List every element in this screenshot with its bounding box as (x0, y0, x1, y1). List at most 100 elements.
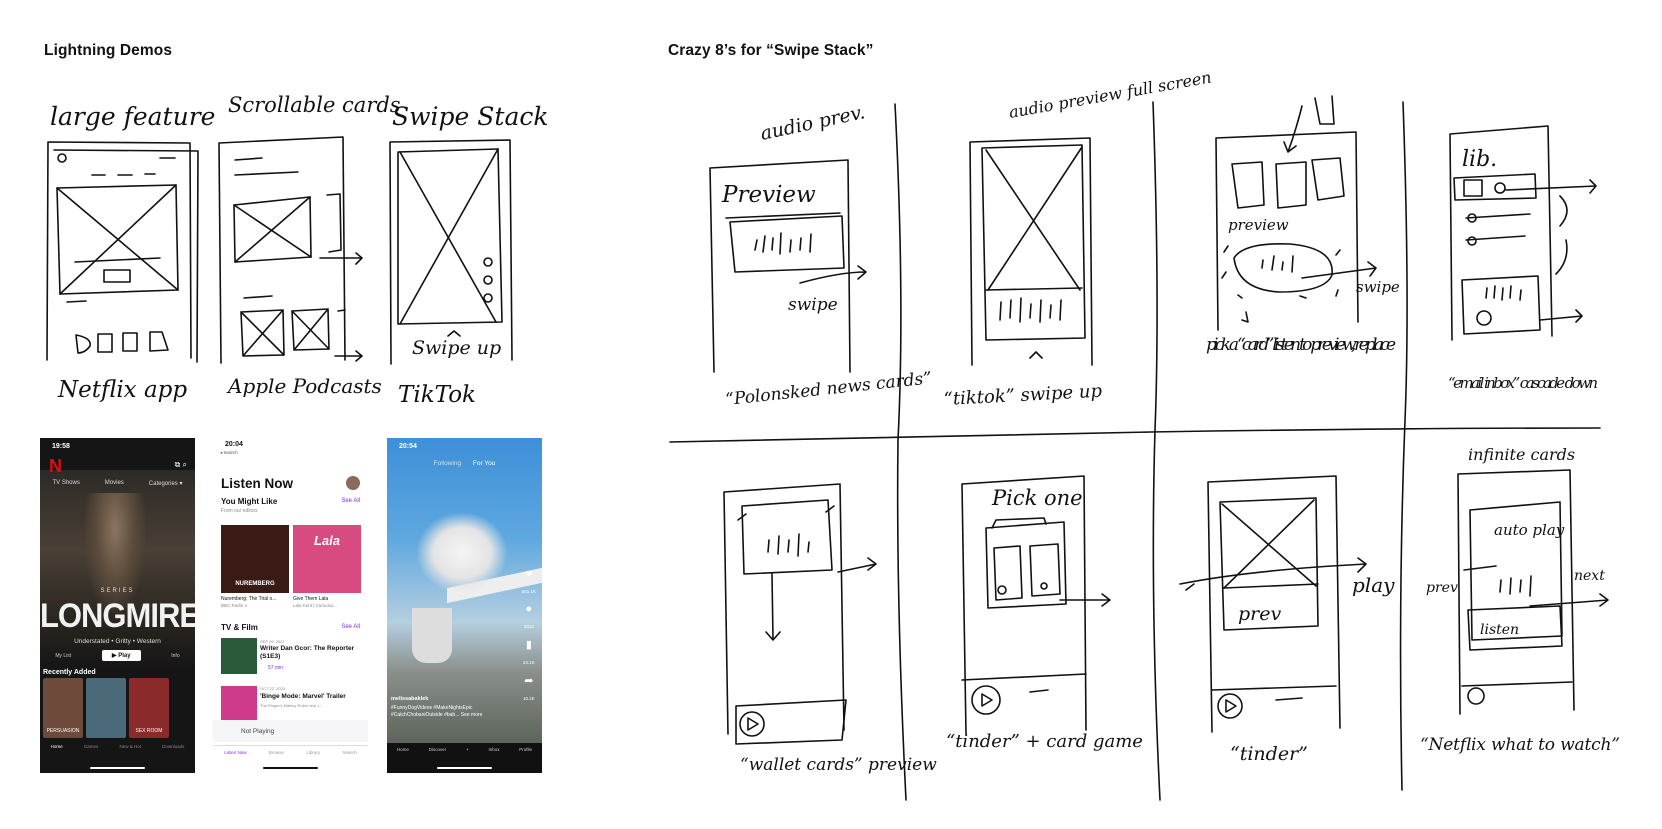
netflix-screenshot: 19:58 N ⧉ ⌕ TV Shows Movies Categories ▾… (40, 438, 195, 773)
home-indicator (437, 767, 492, 769)
podcasts-screenshot: 20:04 ◂ Search Listen Now You Might Like… (213, 438, 368, 773)
tab-home[interactable]: Home (397, 747, 409, 773)
frame-8-inner: auto play (1494, 521, 1565, 539)
tiktok-screenshot: 20:54 Following For You ♥ 601.1K ● 3310 … (387, 438, 542, 773)
back-link[interactable]: ◂ Search (220, 450, 238, 456)
series-label: SERIES (100, 588, 135, 594)
frame-1-caption: “Polonsked news cards” (724, 368, 932, 410)
frame-8-caption: “Netflix what to watch” (1420, 735, 1620, 755)
demo-sketch-tiktok (389, 139, 513, 365)
share-icon[interactable]: ➦ (524, 674, 533, 687)
episode-2-art[interactable] (221, 686, 257, 722)
demo-title-netflix: large feature (50, 102, 215, 131)
podcast-card-2[interactable]: Lala (293, 525, 361, 593)
frame-1-side: swipe (788, 295, 838, 315)
status-time: 20:04 (225, 441, 243, 448)
tab-search[interactable]: Search (343, 750, 357, 773)
frame-8 (1457, 469, 1609, 715)
card-1-title: Nuremberg: The Trial o... (221, 596, 277, 602)
now-playing-label: Not Playing (241, 727, 275, 735)
demo-sketch-netflix (46, 141, 199, 363)
my-list-button[interactable]: My List (55, 653, 71, 659)
tab-following[interactable]: Following (434, 460, 461, 467)
tab-home[interactable]: Home (51, 744, 63, 773)
likes-count: 601.1K (521, 589, 536, 594)
frame-1-inner: Preview (721, 182, 816, 208)
frame-3-inner: preview (1228, 216, 1289, 234)
category-categories[interactable]: Categories ▾ (149, 480, 183, 487)
feed-tabs: Following For You (387, 460, 542, 467)
category-tabs: TV Shows Movies Categories ▾ (40, 480, 195, 487)
tab-for-you[interactable]: For You (473, 460, 495, 467)
demo-note-tiktok: Swipe up (412, 337, 501, 359)
tab-profile[interactable]: Profile (519, 747, 532, 773)
frame-7-caption: “tinder” (1230, 743, 1308, 765)
avatar[interactable] (346, 476, 360, 490)
bucket-image (412, 608, 452, 663)
frame-4-inner: lib. (1462, 147, 1497, 172)
info-button[interactable]: Info (171, 653, 179, 659)
episode-2-title[interactable]: 'Binge Mode: Marvel' Trailer (260, 693, 360, 701)
frame-7-side: play (1352, 573, 1395, 597)
comments-count: 3310 (523, 624, 534, 629)
tab-browse[interactable]: Browse (269, 750, 284, 773)
episode-1-art[interactable] (221, 638, 257, 674)
frame-8-top: infinite cards (1468, 445, 1575, 464)
comment-icon[interactable]: ● (526, 603, 533, 615)
frame-5-caption: “wallet cards” preview (740, 755, 937, 775)
episode-1-date: SEP 29, 2021 (260, 639, 285, 644)
frame-2-caption: “tiktok” swipe up (943, 381, 1103, 410)
bookmark-icon[interactable]: ▮ (526, 638, 532, 651)
action-rail: ♥ 601.1K ● 3310 ▮ 24.1K ➦ 10.2K (522, 568, 536, 701)
demo-caption-podcasts: Apple Podcasts (226, 374, 382, 398)
frame-3-caption: pick a “card” listen to preview, replace (1206, 335, 1396, 355)
section-title-tv-film: TV & Film (221, 623, 258, 632)
frame-2-top: audio preview full screen (1007, 68, 1212, 122)
thumb-2[interactable] (86, 678, 126, 738)
category-tv-shows[interactable]: TV Shows (52, 480, 79, 487)
frame-6 (961, 475, 1111, 735)
tab-create[interactable]: + (466, 747, 469, 773)
tab-discover[interactable]: Discover (429, 747, 447, 773)
category-movies[interactable]: Movies (105, 480, 124, 487)
thumb-3[interactable]: SEX ROOM (129, 678, 169, 738)
home-indicator (90, 767, 145, 769)
status-time: 19:58 (52, 443, 70, 450)
frame-8-inner2: listen (1480, 622, 1519, 638)
tab-listen-now[interactable]: Listen Now (224, 750, 246, 773)
card-1-subtitle: BBC Radio 4 (221, 603, 248, 608)
demo-sketch-podcasts (218, 136, 363, 364)
hero-figure (85, 493, 145, 613)
thumb-1[interactable]: PERSUASION (43, 678, 83, 738)
dog-image (417, 513, 507, 593)
card-2-subtitle: Lala Kent | Cumulus... (293, 603, 338, 608)
card-2-title: Give Them Lala (293, 596, 329, 602)
tab-inbox[interactable]: Inbox (488, 747, 499, 773)
frame-7-inner: prev (1238, 603, 1281, 625)
demo-title-podcasts: Scrollable cards (228, 93, 401, 117)
frame-6-caption: “tinder” + card game (946, 731, 1143, 752)
shares-count: 10.2K (522, 696, 535, 701)
episode-2-subtitle: The Ringer's Mallory Rubin and J... (260, 703, 323, 708)
frame-1-top: audio prev. (758, 101, 867, 145)
heart-icon[interactable]: ♥ (526, 568, 533, 580)
netflix-logo: N (49, 456, 62, 476)
saves-count: 24.1K (522, 660, 535, 665)
tab-library[interactable]: Library (306, 750, 320, 773)
play-button[interactable]: ▶ Play (101, 650, 141, 661)
frame-8-right: next (1574, 568, 1605, 584)
demo-caption-tiktok: TikTok (398, 382, 476, 408)
tab-downloads[interactable]: Downloads (162, 744, 184, 773)
episode-1-title[interactable]: Writer Dan Gcor: The Reporter (S1E3) (260, 645, 360, 661)
frame-2 (969, 137, 1093, 366)
show-tags: Understated • Gritty • Western (74, 638, 161, 645)
frame-3 (1215, 95, 1377, 331)
frame-6-top: Pick one (991, 486, 1083, 510)
see-all-link-1[interactable]: See All (341, 498, 360, 504)
username[interactable]: melissabaklek (391, 696, 428, 702)
podcast-card-1[interactable]: NUREMBERG (221, 525, 289, 593)
see-all-link-2[interactable]: See All (341, 624, 360, 630)
recently-added-row: PERSUASION SEX ROOM (43, 678, 169, 738)
now-playing-bar[interactable]: Not Playing (213, 720, 368, 742)
hero-controls: My List ▶ Play Info (40, 650, 195, 661)
